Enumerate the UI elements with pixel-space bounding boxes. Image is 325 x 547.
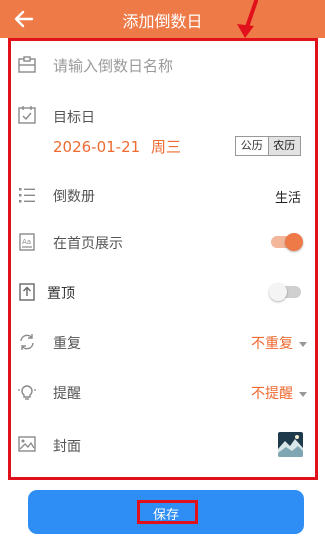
top-app-bar: 添加倒数日 — [0, 0, 325, 38]
show-home-label: 在首页展示 — [53, 236, 123, 252]
svg-text:Aa: Aa — [22, 238, 31, 246]
upload-box-icon — [19, 283, 35, 301]
chevron-down-icon — [299, 391, 307, 397]
clipboard-icon — [18, 56, 36, 73]
list-icon — [19, 188, 35, 203]
show-home-row: Aa 在首页展示 — [0, 230, 325, 254]
book-row[interactable]: 倒数册 生活 — [0, 183, 325, 207]
repeat-label: 重复 — [53, 336, 81, 352]
cover-row[interactable]: 封面 — [0, 432, 325, 458]
reminder-value[interactable]: 不提醒 — [251, 383, 307, 403]
cover-label: 封面 — [53, 439, 81, 455]
reminder-row[interactable]: 提醒 不提醒 — [0, 380, 325, 404]
calendar-check-icon — [18, 106, 36, 124]
calendar-type-toggle[interactable]: 公历 农历 — [235, 136, 301, 156]
repeat-value-text: 不重复 — [251, 336, 293, 352]
target-date-date: 2026-01-21 — [53, 138, 141, 156]
image-card-icon: Aa — [19, 233, 35, 251]
page-title: 添加倒数日 — [122, 12, 203, 31]
repeat-value[interactable]: 不重复 — [251, 333, 307, 353]
picture-icon — [18, 436, 36, 452]
pin-top-label: 置顶 — [47, 286, 75, 302]
reminder-label: 提醒 — [53, 386, 81, 402]
calendar-option-lunar[interactable]: 农历 — [267, 137, 300, 155]
reminder-value-text: 不提醒 — [251, 386, 293, 402]
calendar-option-solar[interactable]: 公历 — [236, 137, 268, 155]
pin-top-toggle[interactable] — [269, 283, 301, 301]
show-home-toggle[interactable] — [271, 233, 303, 251]
name-input-row[interactable]: 请输入倒数日名称 — [0, 50, 325, 80]
book-label: 倒数册 — [53, 189, 95, 205]
lightbulb-icon — [18, 385, 36, 400]
name-input[interactable]: 请输入倒数日名称 — [53, 55, 173, 76]
cover-thumbnail[interactable] — [278, 432, 303, 457]
target-date-weekday: 周三 — [150, 138, 181, 156]
annotation-highlight-box — [137, 500, 198, 524]
target-date-value[interactable]: 2026-01-21 周三 — [53, 136, 181, 157]
annotation-arrow-icon — [237, 0, 258, 38]
repeat-row[interactable]: 重复 不重复 — [0, 330, 325, 354]
chevron-down-icon — [299, 341, 307, 347]
refresh-icon — [20, 334, 34, 350]
pin-top-row: 置顶 — [0, 280, 325, 304]
target-date-label: 目标日 — [53, 110, 95, 126]
book-value[interactable]: 生活 — [275, 187, 301, 206]
